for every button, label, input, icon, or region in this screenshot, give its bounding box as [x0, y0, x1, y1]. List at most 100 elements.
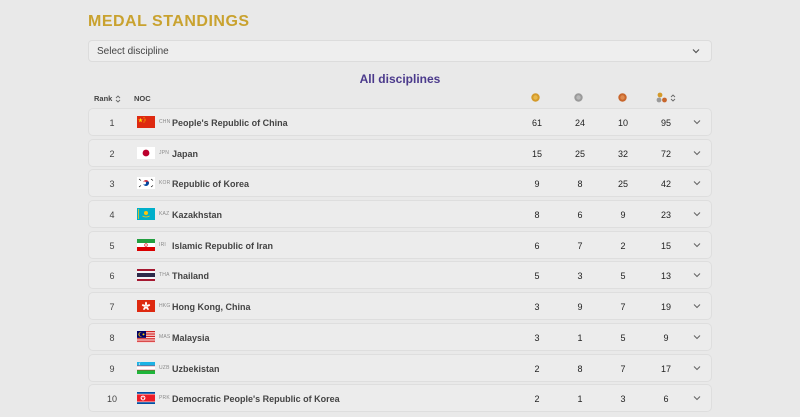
discipline-select-value: Select discipline	[97, 45, 169, 57]
silver-count: 7	[577, 240, 583, 251]
silver-count: 24	[574, 118, 585, 128]
bronze-count: 32	[617, 148, 628, 159]
silver-count: 9	[577, 302, 583, 313]
chevron-down-icon[interactable]	[692, 302, 702, 310]
page-title: MEDAL STANDINGS	[88, 13, 250, 30]
chevron-down-icon[interactable]	[692, 333, 702, 341]
rank-cell: 7	[109, 302, 115, 313]
bronze-count: 5	[620, 332, 626, 343]
rank-cell: 5	[109, 240, 115, 251]
silver-medal-icon	[574, 93, 583, 102]
bronze-count: 25	[617, 179, 628, 190]
silver-count: 6	[577, 210, 583, 221]
table-row[interactable]: 10 PRK Democratic People's Republic of Kor…	[88, 384, 712, 413]
chevron-down-icon[interactable]	[692, 271, 702, 279]
silver-count: 25	[574, 148, 585, 159]
country-name: Democratic People's Republic of Korea	[172, 394, 340, 405]
table-row[interactable]: 3 KOR Republic of Korea 9 8 25 42	[88, 169, 712, 198]
flag-icon	[137, 238, 155, 251]
table-row[interactable]: 8 MAS Malaysia 3 1 5 9	[88, 322, 712, 351]
rank-cell: 8	[109, 332, 115, 343]
country-name: Uzbekistan	[172, 363, 220, 374]
flag-icon	[137, 177, 155, 190]
total-count: 13	[660, 271, 671, 282]
country-name: People's Republic of China	[172, 118, 288, 128]
gold-count: 15	[531, 148, 542, 159]
gold-count: 9	[534, 179, 540, 190]
chevron-down-icon[interactable]	[692, 364, 702, 372]
country-name: Kazakhstan	[172, 210, 223, 221]
table-row[interactable]: 2 JPN Japan 15 25 32 72	[88, 138, 712, 167]
gold-medal-icon	[531, 93, 540, 102]
country-code: CHN	[159, 119, 171, 125]
table-row[interactable]: 7 HKG Hong Kong, China 3 9 7 19	[88, 292, 712, 321]
table-row[interactable]: 1 CHN People's Republic of China 61 24 10 95	[88, 108, 712, 136]
medal-table: 1 CHN People's Republic of China 61 24 10 95 2 J…	[88, 108, 712, 415]
country-name: Republic of Korea	[172, 179, 250, 190]
gold-count: 2	[534, 394, 540, 405]
flag-icon	[137, 208, 155, 221]
chevron-down-icon[interactable]	[692, 241, 702, 249]
total-count: 42	[660, 179, 671, 190]
flag-icon	[137, 116, 155, 128]
country-name: Japan	[172, 148, 199, 159]
silver-count: 8	[577, 363, 583, 374]
sort-icon	[116, 94, 121, 103]
table-row[interactable]: 9 UZB Uzbekistan 2 8 7 17	[88, 353, 712, 382]
total-count: 19	[660, 302, 671, 313]
table-row[interactable]: 6 THA Thailand 5 3 5 13	[88, 261, 712, 290]
total-count: 9	[663, 332, 669, 343]
rank-column-label: Rank	[94, 94, 113, 103]
total-sort-button[interactable]	[656, 92, 676, 103]
flag-icon	[137, 146, 155, 159]
country-code: IRI	[159, 241, 166, 248]
bronze-count: 2	[620, 240, 626, 251]
chevron-down-icon[interactable]	[692, 149, 702, 157]
rank-sort-button[interactable]: Rank	[94, 94, 121, 103]
chevron-down-icon[interactable]	[692, 394, 702, 402]
bronze-count: 5	[620, 271, 626, 282]
rank-cell: 10	[106, 394, 117, 405]
chevron-down-icon[interactable]	[692, 210, 702, 218]
country-code: PRK	[159, 395, 170, 402]
table-row[interactable]: 5 IRI Islamic Republic of Iran 6 7 2 15	[88, 230, 712, 259]
total-count: 17	[660, 363, 671, 374]
gold-count: 3	[534, 332, 540, 343]
total-count: 6	[663, 394, 669, 405]
bronze-count: 3	[620, 394, 626, 405]
country-code: MAS	[159, 333, 171, 340]
country-code: UZB	[159, 364, 170, 371]
country-code: KAZ	[159, 211, 170, 218]
flag-icon	[137, 330, 155, 343]
rank-cell: 2	[109, 148, 115, 159]
total-count: 23	[660, 210, 671, 221]
gold-count: 2	[534, 363, 540, 374]
flag-icon	[137, 269, 155, 282]
noc-column-label: NOC	[134, 94, 151, 103]
flag-icon	[137, 392, 155, 405]
bronze-medal-icon	[618, 93, 627, 102]
chevron-down-icon[interactable]	[692, 118, 702, 126]
rank-cell: 3	[109, 179, 115, 190]
discipline-select[interactable]: Select discipline	[88, 40, 712, 62]
rank-cell: 6	[109, 271, 115, 282]
medal-standings-page: MEDAL STANDINGS Select discipline All di…	[0, 0, 800, 417]
bronze-count: 7	[620, 363, 626, 374]
table-row[interactable]: 4 KAZ Kazakhstan 8 6 9 23	[88, 200, 712, 229]
country-code: JPN	[159, 149, 170, 156]
total-count: 72	[660, 148, 671, 159]
bronze-count: 9	[620, 210, 626, 221]
flag-icon	[137, 300, 155, 313]
bronze-count: 7	[620, 302, 626, 313]
country-code: KOR	[159, 180, 171, 187]
chevron-down-icon	[692, 49, 700, 54]
chevron-down-icon[interactable]	[692, 179, 702, 187]
table-header: Rank NOC	[88, 90, 712, 106]
rank-cell: 4	[109, 210, 115, 221]
country-name: Thailand	[172, 271, 210, 282]
silver-count: 8	[577, 179, 583, 190]
gold-count: 8	[534, 210, 540, 221]
gold-count: 6	[534, 240, 540, 251]
sort-icon	[670, 93, 676, 102]
rank-cell: 1	[109, 118, 115, 128]
